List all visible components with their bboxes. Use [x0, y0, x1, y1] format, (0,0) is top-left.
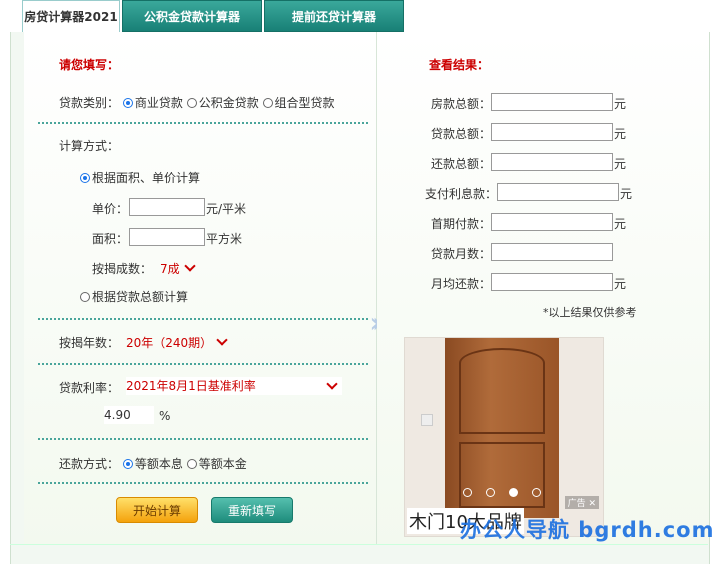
result-label-monthly: 月均还款：	[431, 277, 492, 291]
combined-loan-label: 组合型贷款	[274, 96, 335, 110]
down-ratio-select[interactable]: 7成	[160, 260, 196, 277]
chevron-down-icon	[326, 378, 338, 390]
result-unit: 元	[614, 217, 627, 231]
divider	[38, 438, 368, 440]
chevron-down-icon	[216, 334, 228, 346]
area-label: 面积：	[92, 232, 129, 246]
provident-loan-radio[interactable]	[186, 98, 197, 108]
method-area-label: 根据面积、单价计算	[92, 171, 201, 185]
door-lower-panel	[459, 442, 545, 508]
door-handle	[421, 414, 433, 426]
carousel-dot[interactable]	[532, 488, 541, 497]
result-header: 查看结果：	[429, 58, 490, 72]
rate-label: 贷款利率：	[59, 381, 120, 395]
result-monthly	[491, 273, 613, 291]
result-house-total	[491, 93, 613, 111]
method-area-row: 根据面积、单价计算	[80, 169, 200, 186]
result-unit: 元	[620, 187, 633, 201]
divider	[38, 363, 368, 365]
rate-percent-unit: %	[159, 409, 171, 423]
unit-price-unit: 元/平米	[206, 202, 247, 216]
carousel-dot[interactable]	[486, 488, 495, 497]
result-unit: 元	[614, 277, 627, 291]
advertisement[interactable]: 广告 ✕ 木门10大品牌	[404, 337, 604, 537]
carousel-dots	[463, 488, 541, 497]
combined-loan-radio[interactable]	[262, 98, 273, 108]
result-unit: 元	[614, 97, 627, 111]
commercial-loan-label: 商业贷款	[134, 96, 183, 110]
start-calc-button[interactable]: 开始计算	[116, 497, 198, 523]
result-label-interest: 支付利息款：	[425, 187, 498, 201]
result-unit: 元	[614, 127, 627, 141]
tab-prepayment-calculator[interactable]: 提前还贷计算器	[264, 0, 404, 32]
method-total-radio[interactable]	[80, 292, 90, 302]
door-upper-panel	[459, 378, 545, 434]
rate-number: 4.90	[104, 408, 131, 422]
tab-provident-fund-calculator[interactable]: 公积金贷款计算器	[122, 0, 262, 32]
equal-installment-label: 等额本息	[134, 457, 183, 471]
unit-price-input[interactable]	[129, 198, 205, 216]
result-months	[491, 243, 613, 261]
ad-tag-label: 广告	[567, 499, 586, 509]
result-unit: 元	[614, 157, 627, 171]
area-unit: 平方米	[206, 232, 243, 246]
years-label: 按揭年数：	[59, 336, 120, 350]
carousel-dot[interactable]	[463, 488, 472, 497]
down-ratio-label: 按揭成数：	[92, 262, 153, 276]
result-note: *以上结果仅供参考	[543, 306, 637, 319]
divider	[38, 482, 368, 484]
method-total-row: 根据贷款总额计算	[80, 288, 188, 305]
repay-label: 还款方式：	[59, 457, 120, 471]
carousel-dot-active[interactable]	[509, 488, 518, 497]
years-value: 20年（240期）	[126, 336, 213, 350]
calculator-tabs: 房贷计算器2021 公积金贷款计算器 提前还贷计算器	[22, 0, 404, 32]
watermark: 办公人导航 bgrdh.com	[460, 518, 715, 542]
commercial-loan-radio[interactable]	[122, 98, 133, 108]
method-area-radio[interactable]	[80, 173, 90, 183]
result-interest	[497, 183, 619, 201]
equal-principal-label: 等额本金	[198, 457, 247, 471]
equal-principal-radio[interactable]	[186, 459, 197, 469]
result-label-months: 贷款月数：	[431, 247, 492, 261]
area-input[interactable]	[129, 228, 205, 246]
equal-installment-radio[interactable]	[122, 459, 133, 469]
input-panel: 请您填写： 贷款类别： 商业贷款 公积金贷款 组合型贷款 计算方式： 根据面积、…	[24, 32, 377, 544]
loan-type-row: 贷款类别： 商业贷款 公积金贷款 组合型贷款	[59, 94, 335, 111]
rate-select[interactable]: 2021年8月1日基准利率	[126, 377, 342, 395]
result-label-house-total: 房款总额：	[431, 97, 492, 111]
unit-price-label: 单价：	[92, 202, 129, 216]
bottom-divider	[10, 544, 708, 545]
door-arch	[459, 348, 545, 378]
tab-mortgage-calculator[interactable]: 房贷计算器2021	[22, 0, 120, 32]
result-loan-total	[491, 123, 613, 141]
calc-method-label: 计算方式：	[59, 139, 120, 153]
rate-value-input[interactable]: 4.90	[104, 406, 154, 424]
input-header: 请您填写：	[59, 58, 120, 72]
reset-button[interactable]: 重新填写	[211, 497, 293, 523]
result-label-loan-total: 贷款总额：	[431, 127, 492, 141]
close-icon[interactable]: ✕	[588, 499, 596, 509]
chevron-down-icon	[183, 260, 196, 272]
ad-tag: 广告 ✕	[564, 496, 599, 509]
result-label-down-payment: 首期付款：	[431, 217, 492, 231]
result-repay-total	[491, 153, 613, 171]
result-label-repay-total: 还款总额：	[431, 157, 492, 171]
result-down-payment	[491, 213, 613, 231]
method-total-label: 根据贷款总额计算	[92, 290, 189, 304]
calculator-frame: 请您填写： 贷款类别： 商业贷款 公积金贷款 组合型贷款 计算方式： 根据面积、…	[10, 32, 710, 564]
down-ratio-value: 7成	[160, 262, 180, 276]
rate-value: 2021年8月1日基准利率	[126, 379, 256, 393]
divider	[38, 318, 368, 320]
loan-type-label: 贷款类别：	[59, 96, 120, 110]
repay-row: 还款方式： 等额本息 等额本金	[59, 455, 247, 472]
provident-loan-label: 公积金贷款	[198, 96, 259, 110]
divider	[38, 122, 368, 124]
years-select[interactable]: 20年（240期）	[126, 334, 228, 351]
